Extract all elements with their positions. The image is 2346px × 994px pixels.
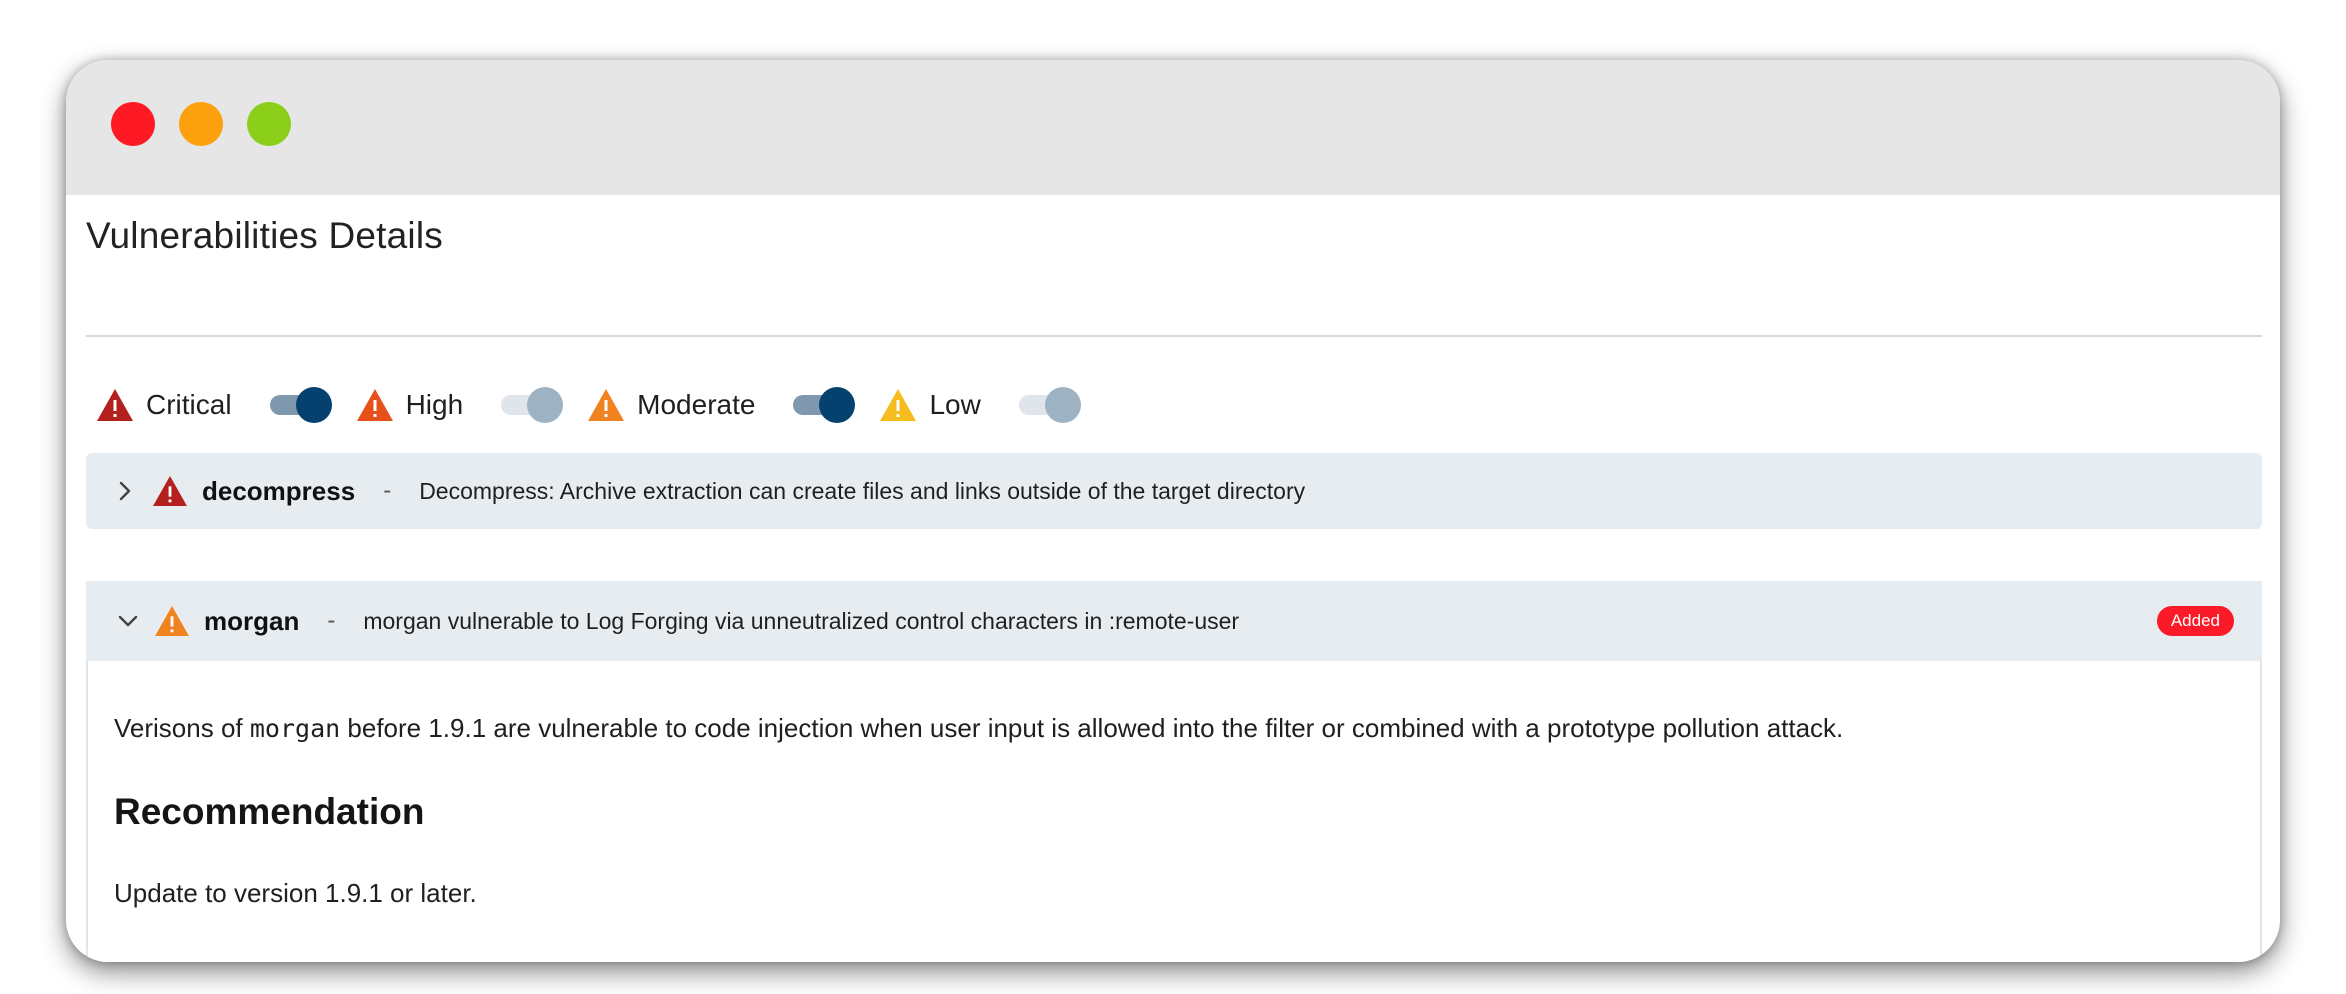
toggle-high[interactable] (501, 387, 564, 423)
warning-triangle-icon (356, 389, 393, 421)
vulnerability-summary: morgan vulnerable to Log Forging via unn… (363, 607, 1240, 634)
description-text: before 1.9.1 are vulnerable to code inje… (340, 713, 1844, 743)
toggle-critical[interactable] (269, 387, 332, 423)
maximize-button[interactable] (247, 102, 291, 146)
package-name: morgan (204, 605, 300, 636)
filter-label: High (405, 389, 464, 420)
title-bar (66, 60, 2280, 195)
warning-triangle-icon (588, 389, 625, 421)
vulnerability-row-morgan[interactable]: morgan - morgan vulnerable to Log Forgin… (86, 581, 2262, 661)
filter-critical: Critical (96, 387, 356, 423)
chevron-right-icon[interactable] (116, 479, 134, 503)
separator: - (383, 477, 392, 504)
title-divider (86, 335, 2262, 337)
filter-moderate: Moderate (587, 387, 879, 423)
filter-high: High (356, 387, 588, 423)
filter-low: Low (879, 387, 1104, 423)
recommendation-heading: Recommendation (114, 791, 425, 832)
filter-label: Moderate (637, 389, 756, 420)
filter-label: Low (929, 389, 981, 420)
minimize-button[interactable] (179, 102, 223, 146)
warning-triangle-icon (155, 605, 189, 637)
package-code: morgan (249, 714, 341, 743)
toggle-knob (1044, 387, 1081, 423)
warning-triangle-icon (97, 389, 133, 421)
filter-label: Critical (146, 389, 232, 420)
warning-triangle-icon (880, 389, 917, 421)
severity-filters: Critical High Moderate Low (96, 375, 1105, 435)
vulnerability-description: Verisons of morgan before 1.9.1 are vuln… (114, 713, 1843, 744)
status-badge: Added (2156, 606, 2234, 636)
separator: - (327, 607, 336, 634)
toggle-low[interactable] (1018, 387, 1081, 423)
recommendation-text: Update to version 1.9.1 or later. (114, 878, 477, 908)
toggle-knob (819, 387, 856, 423)
vulnerability-row-decompress[interactable]: decompress - Decompress: Archive extract… (86, 453, 2262, 529)
package-name: decompress (202, 475, 356, 506)
toggle-knob (527, 387, 564, 423)
vulnerability-summary: Decompress: Archive extraction can creat… (419, 477, 1306, 504)
description-text: Verisons of (114, 713, 250, 743)
vulnerability-panel-morgan: morgan - morgan vulnerable to Log Forgin… (86, 581, 2262, 962)
chevron-down-icon[interactable] (116, 612, 140, 630)
toggle-knob (295, 387, 332, 423)
warning-triangle-icon (153, 475, 187, 507)
toggle-moderate[interactable] (793, 387, 856, 423)
app-window: Vulnerabilities Details Critical High Mo… (66, 60, 2280, 962)
page-title: Vulnerabilities Details (86, 215, 443, 256)
close-button[interactable] (111, 102, 155, 146)
